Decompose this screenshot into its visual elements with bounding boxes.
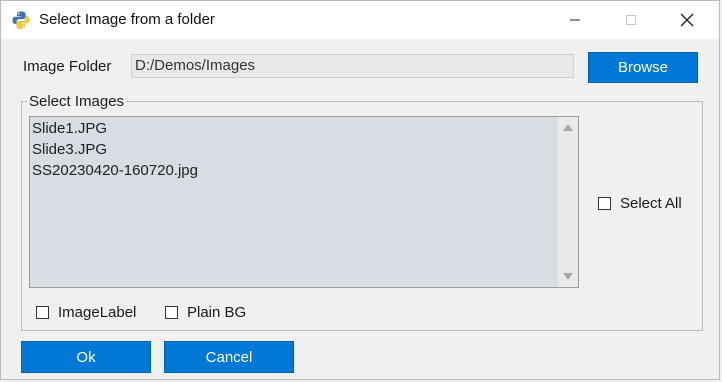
select-images-legend: Select Images	[27, 93, 127, 110]
minimize-icon	[570, 19, 580, 21]
close-button[interactable]	[659, 1, 715, 39]
minimize-button[interactable]	[547, 1, 603, 39]
close-icon	[680, 13, 694, 27]
plain-bg-checkbox[interactable]	[165, 306, 178, 319]
scroll-up-arrow-icon[interactable]	[563, 124, 573, 131]
title-bar[interactable]: Select Image from a folder	[1, 1, 719, 39]
list-item[interactable]: Slide3.JPG	[30, 139, 198, 160]
maximize-button[interactable]	[603, 1, 659, 39]
image-label-checkbox[interactable]	[36, 306, 49, 319]
list-item[interactable]: Slide1.JPG	[30, 118, 198, 139]
plain-bg-text[interactable]: Plain BG	[187, 304, 246, 321]
python-app-icon	[12, 11, 30, 29]
image-label-text[interactable]: ImageLabel	[58, 304, 136, 321]
dialog-window: Select Image from a folder Image Folder …	[0, 0, 720, 380]
browse-button[interactable]: Browse	[588, 52, 698, 83]
image-folder-field[interactable]: D:/Demos/Images	[131, 54, 574, 78]
image-listbox[interactable]: Slide1.JPG Slide3.JPG SS20230420-160720.…	[29, 116, 559, 288]
image-folder-label: Image Folder	[23, 58, 112, 75]
maximize-icon	[626, 15, 636, 25]
select-all-checkbox[interactable]	[598, 197, 611, 210]
list-item[interactable]: SS20230420-160720.jpg	[30, 160, 198, 181]
ok-button[interactable]: Ok	[21, 341, 151, 373]
select-all-label[interactable]: Select All	[620, 195, 682, 212]
list-scrollbar[interactable]	[558, 116, 579, 288]
scroll-down-arrow-icon[interactable]	[563, 273, 573, 280]
window-title: Select Image from a folder	[39, 11, 215, 28]
cancel-button[interactable]: Cancel	[164, 341, 294, 373]
